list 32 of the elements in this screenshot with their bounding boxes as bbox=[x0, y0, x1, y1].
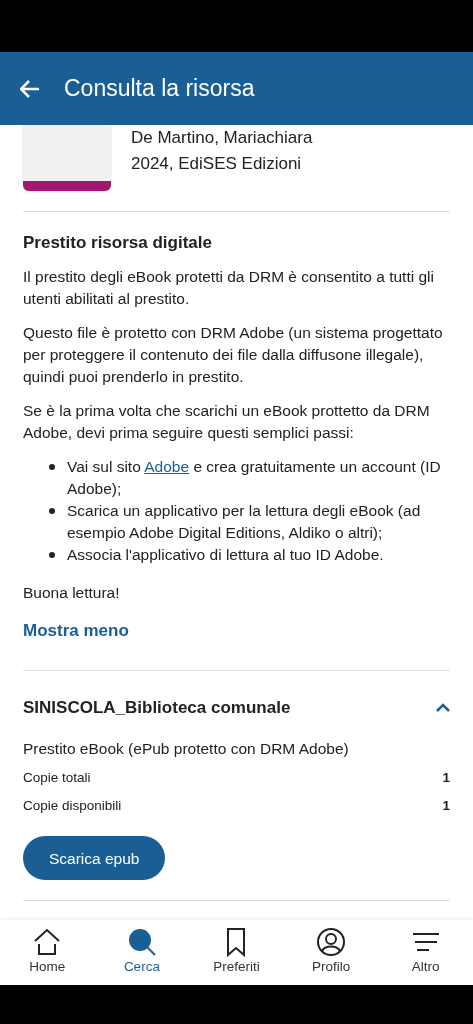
download-button[interactable]: Scarica epub bbox=[23, 836, 166, 881]
step-text: Vai sul sito Adobe e crea gratuitamente un account (ID Adobe); bbox=[67, 457, 442, 499]
bullet-icon bbox=[49, 464, 55, 470]
nav-tab[interactable]: Preferiti bbox=[189, 920, 284, 985]
chevron-up-icon[interactable] bbox=[436, 703, 450, 713]
show-less-link[interactable]: Mostra meno bbox=[23, 620, 450, 642]
paragraph: Se è la prima volta che scarichi un eBook prottetto da DRM Adobe, devi prima seguire questi semplici passi: bbox=[23, 401, 431, 443]
bullet-icon bbox=[49, 508, 55, 514]
stat-value: 1 bbox=[442, 797, 450, 815]
step-text: Associa l'applicativo di lettura al tuo ID Adobe. bbox=[67, 545, 384, 565]
back-arrow-icon[interactable] bbox=[20, 79, 40, 98]
publication-info: 2024, EdiSES Edizioni bbox=[131, 153, 303, 175]
stat-value: 1 bbox=[442, 768, 450, 787]
nav-tab[interactable]: Altro bbox=[378, 920, 473, 985]
nav-tab[interactable]: Cerca bbox=[94, 920, 190, 985]
page-title: Consulta la risorsa bbox=[64, 74, 255, 104]
library-name: SINISCOLA_Biblioteca comunale bbox=[23, 697, 291, 719]
author-name: De Martino, Mariachiara bbox=[131, 127, 313, 149]
bullet-icon bbox=[49, 552, 55, 558]
stat-label: Copie totali bbox=[23, 768, 91, 787]
profile-icon bbox=[316, 927, 347, 958]
stat-label: Copie disponibili bbox=[23, 797, 122, 815]
loan-format: Prestito eBook (ePub protetto con DRM Adobe) bbox=[23, 738, 350, 759]
step-text: Scarica un applicativo per la lettura degli eBook (ad esempio Adobe Digital Editions, Aldiko o altri); bbox=[67, 501, 422, 543]
paragraph: Il prestito degli eBook protetti da DRM è consentito a tutti gli utenti abilitati al prestito. bbox=[23, 267, 435, 309]
section-title: Prestito risorsa digitale bbox=[23, 232, 213, 254]
nav-tab[interactable]: Profilo bbox=[283, 920, 379, 985]
nav-tab[interactable]: Home bbox=[0, 920, 95, 985]
paragraph: Questo file è protetto con DRM Adobe (un sistema progettato per proteggere il contenuto dei file dalla diffusone illegale), quindi puoi prenderlo in prestito. bbox=[23, 323, 444, 387]
adobe-link[interactable]: Adobe bbox=[144, 458, 190, 475]
closing-text: Buona lettura! bbox=[23, 583, 121, 603]
search-icon bbox=[126, 927, 157, 958]
